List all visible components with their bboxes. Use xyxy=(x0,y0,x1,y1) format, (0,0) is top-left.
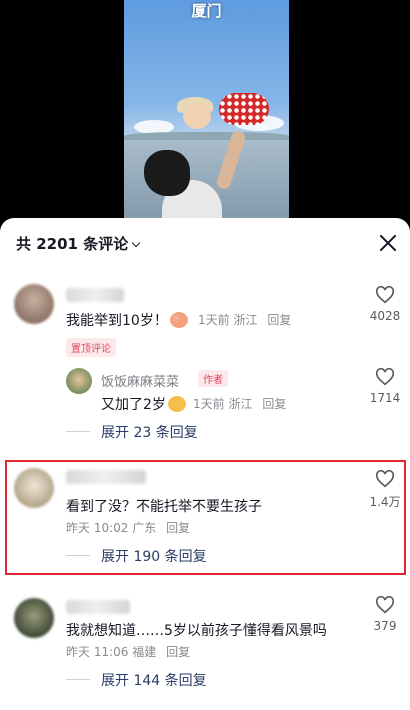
comment-count-dropdown[interactable]: 共 2201 条评论 xyxy=(16,233,141,254)
heart-icon xyxy=(375,286,395,304)
divider xyxy=(66,431,90,432)
author-tag: 作者 xyxy=(198,370,228,387)
avatar[interactable] xyxy=(14,598,54,638)
reply-text: 又加了2岁 xyxy=(101,394,188,414)
reply-button[interactable]: 回复 xyxy=(166,645,190,659)
comments-sheet: 共 2201 条评论 我能举到10岁！ 1天前 浙江 回复 4028 置顶评论 … xyxy=(0,218,410,710)
reply-username[interactable]: 饭饭麻麻菜菜 xyxy=(101,371,179,390)
close-icon[interactable] xyxy=(378,233,398,253)
comment-meta: 昨天 11:06 福建 回复 xyxy=(66,643,190,660)
video-title: 厦门 xyxy=(191,2,222,20)
divider xyxy=(66,679,90,680)
emoji-icon xyxy=(169,312,188,328)
reply-button[interactable]: 回复 xyxy=(262,397,286,411)
sheet-header: 共 2201 条评论 xyxy=(0,218,410,268)
like-button[interactable]: 379 xyxy=(365,596,405,633)
comment-text: 我就想知道……5岁以前孩子懂得看风景吗 xyxy=(66,623,327,639)
comment-meta: 1天前 浙江 回复 xyxy=(198,311,291,328)
chevron-down-icon xyxy=(131,238,141,248)
comment-location: 福建 xyxy=(132,645,157,659)
comment-time: 1天前 xyxy=(198,313,230,327)
child-figure xyxy=(177,85,279,145)
reply-location: 浙江 xyxy=(228,397,253,411)
emoji-icon xyxy=(167,396,186,412)
expand-replies-button[interactable]: 展开 144 条回复 xyxy=(101,670,207,690)
reply-button[interactable]: 回复 xyxy=(267,313,291,327)
heart-icon xyxy=(375,596,395,614)
highlight-box xyxy=(5,460,406,575)
pinned-tag: 置顶评论 xyxy=(66,338,116,357)
username[interactable] xyxy=(66,600,130,614)
avatar[interactable] xyxy=(66,368,92,394)
video-preview[interactable]: 厦门 xyxy=(0,0,410,232)
comment-location: 浙江 xyxy=(233,313,258,327)
like-button[interactable]: 4028 xyxy=(365,286,405,323)
reply-time: 1天前 xyxy=(193,397,225,411)
reply-meta: 1天前 浙江 回复 xyxy=(193,395,286,412)
expand-replies-button[interactable]: 展开 23 条回复 xyxy=(101,422,198,442)
comment-time: 昨天 11:06 xyxy=(66,645,129,659)
comment-item: 我就想知道……5岁以前孩子懂得看风景吗 昨天 11:06 福建 回复 379 展… xyxy=(0,596,410,706)
like-button[interactable]: 1714 xyxy=(365,368,405,405)
comment-item: 我能举到10岁！ 1天前 浙江 回复 4028 置顶评论 饭饭麻麻菜菜 作者 又… xyxy=(0,280,410,442)
comment-count-title: 共 2201 条评论 xyxy=(16,235,129,253)
like-count: 1714 xyxy=(369,391,401,405)
username[interactable] xyxy=(66,288,124,302)
avatar[interactable] xyxy=(14,284,54,324)
heart-icon xyxy=(375,368,395,386)
like-count: 379 xyxy=(373,619,397,633)
comment-text: 我能举到10岁！ xyxy=(66,310,190,330)
video-frame: 厦门 xyxy=(124,0,289,232)
like-count: 4028 xyxy=(369,309,401,323)
